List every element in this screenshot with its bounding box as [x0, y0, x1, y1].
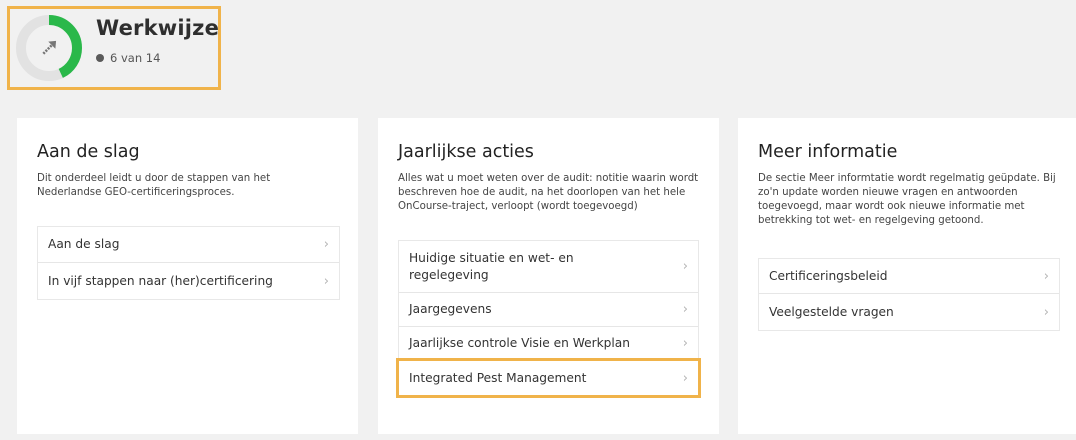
arrow-icon: [42, 40, 57, 55]
progress-text: 6 van 14: [110, 51, 161, 65]
card-title: Meer informatie: [758, 142, 898, 162]
card-aan-de-slag: Aan de slag Dit onderdeel leidt u door d…: [17, 118, 358, 434]
menu-item-aan-de-slag[interactable]: Aan de slag ›: [38, 227, 339, 263]
menu-item-label: Certificeringsbeleid: [769, 268, 888, 283]
card-description: De sectie Meer informtatie wordt regelma…: [758, 173, 1056, 226]
chevron-right-icon: ›: [323, 273, 329, 289]
status-dot-icon: [96, 54, 104, 62]
menu-item-integrated-pest-management[interactable]: Integrated Pest Management ›: [396, 358, 701, 398]
progress-ring: [15, 14, 83, 82]
chevron-right-icon: ›: [1043, 268, 1049, 284]
card-title: Aan de slag: [37, 142, 140, 162]
chevron-right-icon: ›: [682, 336, 688, 351]
menu-item-certificeringsbeleid[interactable]: Certificeringsbeleid ›: [759, 259, 1059, 294]
progress-ring-graphic: [16, 15, 82, 81]
chevron-right-icon: ›: [682, 302, 688, 317]
card-menu: Aan de slag › In vijf stappen naar (her)…: [37, 226, 340, 300]
menu-item-label: Integrated Pest Management: [409, 370, 587, 385]
menu-item-jaargegevens[interactable]: Jaargegevens ›: [399, 293, 698, 327]
menu-item-jaarlijkse-controle[interactable]: Jaarlijkse controle Visie en Werkplan ›: [399, 327, 698, 361]
card-description: Dit onderdeel leidt u door de stappen va…: [37, 173, 271, 198]
menu-item-label: Jaargegevens: [409, 302, 492, 316]
card-menu: Certificeringsbeleid › Veelgestelde vrag…: [758, 258, 1060, 331]
card-meer-informatie: Meer informatie De sectie Meer informtat…: [738, 118, 1076, 434]
menu-item-vijf-stappen[interactable]: In vijf stappen naar (her)certificering …: [38, 263, 339, 299]
card-description: Alles wat u moet weten over de audit: no…: [398, 173, 699, 212]
menu-item-label: In vijf stappen naar (her)certificering: [48, 273, 273, 288]
progress-status: 6 van 14: [96, 51, 160, 65]
chevron-right-icon: ›: [682, 259, 688, 274]
menu-item-label: Aan de slag: [48, 237, 120, 251]
page-title: Werkwijze: [96, 16, 220, 40]
menu-item-label: Jaarlijkse controle Visie en Werkplan: [409, 336, 630, 350]
card-menu: Huidige situatie en wet- en regelegeving…: [396, 240, 701, 398]
menu-item-label: Veelgestelde vragen: [769, 304, 894, 319]
menu-item-label: Huidige situatie en wet- en regelegeving: [409, 250, 574, 282]
chevron-right-icon: ›: [323, 237, 329, 252]
chevron-right-icon: ›: [1043, 304, 1049, 320]
menu-item-huidige-situatie[interactable]: Huidige situatie en wet- en regelegeving…: [399, 241, 698, 293]
chevron-right-icon: ›: [682, 370, 688, 386]
card-title: Jaarlijkse acties: [398, 142, 534, 162]
card-jaarlijkse-acties: Jaarlijkse acties Alles wat u moet weten…: [378, 118, 719, 434]
menu-item-veelgestelde-vragen[interactable]: Veelgestelde vragen ›: [759, 294, 1059, 330]
